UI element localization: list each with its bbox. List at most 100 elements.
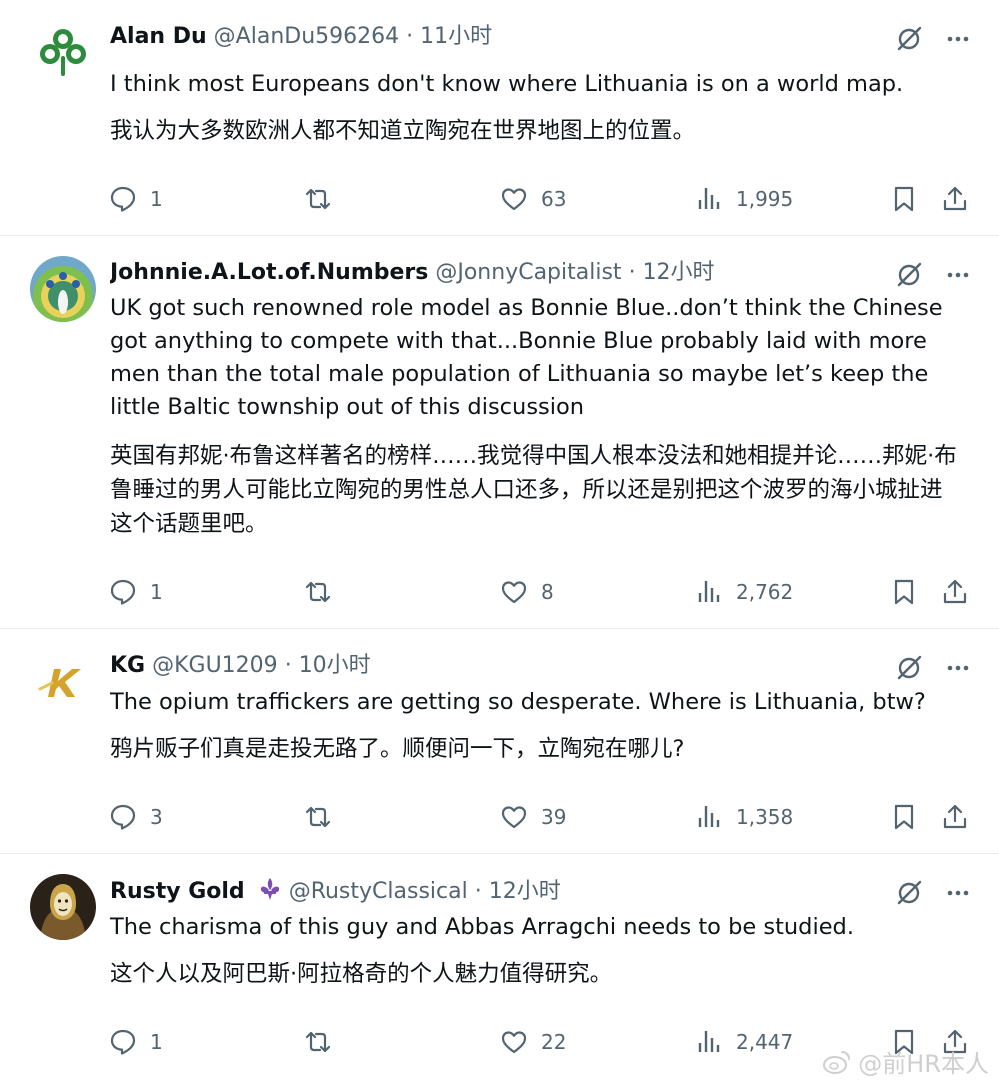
retweet-button[interactable] (302, 574, 346, 610)
like-count: 63 (541, 187, 567, 211)
user-handle[interactable]: @RustyClassical (289, 879, 468, 904)
reply-icon (110, 579, 136, 605)
grok-icon[interactable] (895, 654, 923, 682)
heart-icon (501, 188, 527, 211)
fleur-de-lis-icon (260, 878, 279, 900)
timestamp[interactable]: 11小时 (420, 24, 492, 49)
views-button[interactable]: 2,762 (696, 574, 793, 610)
tweet-top-actions (895, 260, 971, 290)
views-chart-icon (698, 806, 720, 827)
k-logo-icon (30, 649, 96, 715)
more-icon[interactable] (945, 880, 971, 906)
tweet-text-chinese: 这个人以及阿巴斯·阿拉格奇的个人魅力值得研究。 (110, 961, 613, 987)
avatar[interactable] (30, 256, 96, 322)
like-button[interactable]: 63 (499, 181, 566, 217)
tweet-text-chinese: 我认为大多数欧洲人都不知道立陶宛在世界地图上的位置。 (110, 118, 696, 144)
share-button[interactable] (940, 799, 970, 835)
share-icon (943, 186, 967, 211)
share-icon (943, 804, 967, 829)
reply-icon (110, 1029, 136, 1055)
reply-button[interactable]: 1 (108, 1024, 163, 1060)
like-button[interactable]: 22 (499, 1024, 566, 1060)
view-count: 2,447 (736, 1030, 794, 1054)
peacock-icon (30, 256, 96, 322)
views-chart-icon (698, 581, 720, 602)
more-icon[interactable] (945, 655, 971, 681)
separator-dot: · (474, 879, 482, 904)
heart-icon (501, 1031, 527, 1054)
timestamp[interactable]: 10小时 (299, 653, 371, 678)
share-button[interactable] (940, 574, 970, 610)
reply-button[interactable]: 1 (108, 574, 163, 610)
watermark-text: @前HR本人 (858, 1050, 989, 1078)
like-button[interactable]: 8 (499, 574, 554, 610)
like-button[interactable]: 39 (499, 799, 566, 835)
reply-icon (110, 804, 136, 830)
tweet-top-actions (895, 653, 971, 683)
avatar[interactable] (30, 649, 96, 715)
display-name[interactable]: KG (110, 653, 145, 678)
tweet-header: Rusty Gold @RustyClassical · 12小时 (110, 876, 879, 906)
heart-icon (501, 806, 527, 829)
views-button[interactable]: 1,995 (696, 181, 793, 217)
view-count: 1,358 (736, 805, 794, 829)
user-handle[interactable]: @AlanDu596264 (214, 24, 399, 49)
views-chart-icon (698, 1031, 720, 1052)
bookmark-icon (894, 804, 914, 830)
display-name[interactable]: Johnnie.A.Lot.of.Numbers (110, 260, 428, 285)
display-name[interactable]: Alan Du (110, 24, 207, 49)
reply-button[interactable]: 1 (108, 181, 163, 217)
tweet-actions: 3 39 1,358 (108, 799, 979, 835)
weibo-watermark: @前HR本人 (822, 1044, 989, 1079)
retweet-button[interactable] (302, 799, 346, 835)
view-count: 2,762 (736, 580, 794, 604)
display-name[interactable]: Rusty Gold (110, 879, 245, 904)
reply-button[interactable]: 3 (108, 799, 163, 835)
clover-icon (30, 20, 96, 86)
reply-icon (110, 186, 136, 212)
tweet-top-actions (895, 24, 971, 54)
more-icon[interactable] (945, 26, 971, 52)
reply-count: 1 (150, 1030, 163, 1054)
tweet-text-chinese: 英国有邦妮·布鲁这样著名的榜样……我觉得中国人根本没法和她相提并论……邦妮·布鲁… (110, 443, 957, 537)
reply-tweet[interactable]: Alan Du @AlanDu596264 · 11小时 I think mos… (0, 0, 999, 236)
retweet-icon (305, 1031, 331, 1053)
tweet-text-english: The charisma of this guy and Abbas Arrag… (110, 914, 854, 940)
views-chart-icon (698, 188, 720, 209)
bookmark-button[interactable] (890, 181, 918, 217)
tweet-header: Alan Du @AlanDu596264 · 11小时 (110, 22, 879, 52)
bookmark-button[interactable] (890, 574, 918, 610)
like-count: 8 (541, 580, 554, 604)
avatar[interactable] (30, 20, 96, 86)
more-icon[interactable] (945, 262, 971, 288)
reply-count: 1 (150, 580, 163, 604)
views-button[interactable]: 2,447 (696, 1024, 793, 1060)
tweet-actions: 1 63 1,995 (108, 181, 979, 217)
views-button[interactable]: 1,358 (696, 799, 793, 835)
reply-count: 1 (150, 187, 163, 211)
reply-tweet[interactable]: KG @KGU1209 · 10小时 The opium traffickers… (0, 629, 999, 854)
retweet-button[interactable] (302, 1024, 346, 1060)
tweet-header: Johnnie.A.Lot.of.Numbers @JonnyCapitalis… (110, 258, 879, 288)
timestamp[interactable]: 12小时 (643, 260, 715, 285)
user-handle[interactable]: @JonnyCapitalist (435, 260, 621, 285)
tweet-text-english: The opium traffickers are getting so des… (110, 689, 926, 715)
timestamp[interactable]: 12小时 (489, 879, 561, 904)
reply-tweet[interactable]: Johnnie.A.Lot.of.Numbers @JonnyCapitalis… (0, 236, 999, 629)
grok-icon[interactable] (895, 25, 923, 53)
grok-icon[interactable] (895, 261, 923, 289)
bookmark-button[interactable] (890, 799, 918, 835)
retweet-button[interactable] (302, 181, 346, 217)
tweet-text-english: I think most Europeans don't know where … (110, 71, 904, 97)
weibo-icon (823, 1050, 851, 1074)
grok-icon[interactable] (895, 879, 923, 907)
share-button[interactable] (940, 181, 970, 217)
tweet-actions: 1 8 2,762 (108, 574, 979, 610)
heart-icon (501, 581, 527, 604)
view-count: 1,995 (736, 187, 794, 211)
avatar[interactable] (30, 874, 96, 940)
tweet-text-chinese: 鸦片贩子们真是走投无路了。顺便问一下，立陶宛在哪儿? (110, 736, 685, 762)
retweet-icon (305, 188, 331, 210)
user-handle[interactable]: @KGU1209 (152, 653, 278, 678)
like-count: 39 (541, 805, 567, 829)
